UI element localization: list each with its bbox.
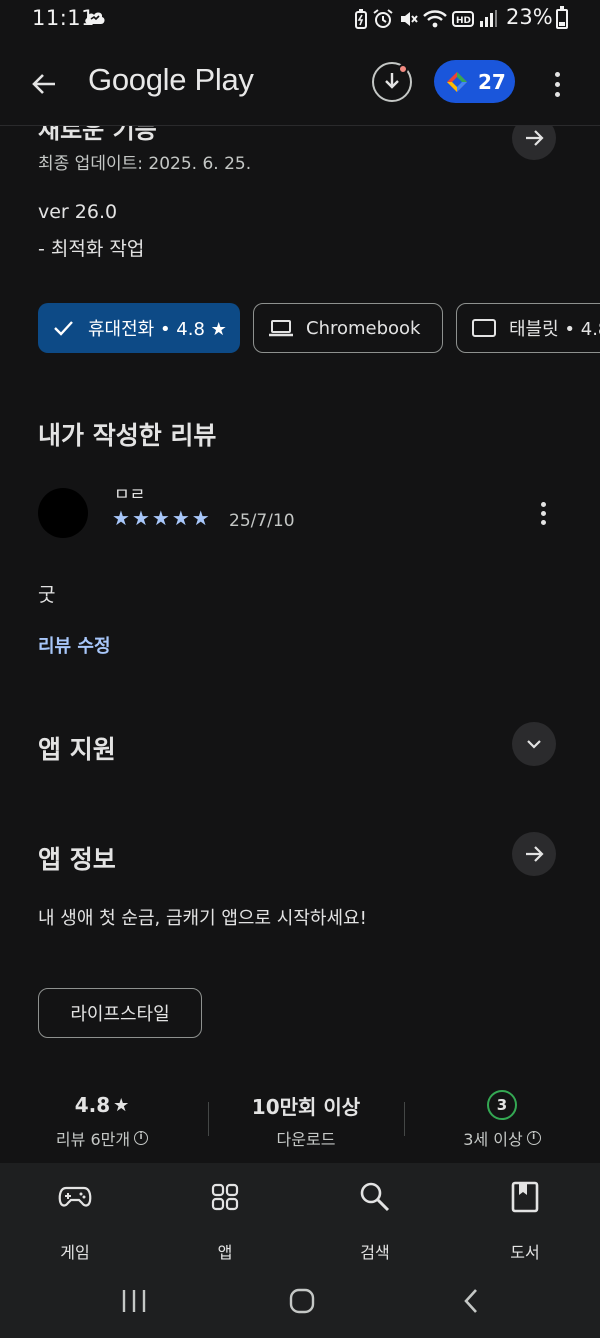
age-rating-stat: 3 3세 이상 i [422, 1090, 582, 1150]
play-points-count: 27 [478, 69, 506, 94]
battery-percent: 23% [506, 5, 553, 29]
device-chip-tablet[interactable]: 태블릿 • 4.8 [456, 303, 600, 353]
app-header: Google Play 27 [0, 40, 600, 126]
stat-divider [404, 1102, 405, 1136]
review-stars: ★ ★ ★ ★ ★ [112, 507, 210, 529]
star-icon: ★ [151, 506, 170, 530]
nav-label: 검색 [360, 1243, 390, 1262]
device-chip-phone[interactable]: 휴대전화 • 4.8 ★ [38, 303, 240, 353]
star-icon: ★ [131, 506, 150, 530]
nav-label: 게임 [60, 1243, 90, 1262]
back-button[interactable] [22, 62, 66, 106]
status-icons: HD [354, 8, 498, 30]
battery-saver-icon [355, 9, 367, 29]
stat-divider [208, 1102, 209, 1136]
arrow-right-icon [526, 130, 544, 146]
play-points-diamond-icon [447, 71, 467, 92]
nav-item-games[interactable]: 게임 [25, 1179, 125, 1263]
last-updated: 최종 업데이트: 2025. 6. 25. [38, 154, 252, 174]
download-icon [385, 73, 399, 89]
back-arrow-icon [32, 74, 55, 94]
cloud-notification-icon [85, 12, 105, 24]
info-icon[interactable]: i [134, 1131, 149, 1145]
app-description: 내 생애 첫 순금, 금캐기 앱으로 시작하세요! [38, 908, 367, 929]
star-icon: ★ [113, 1094, 130, 1116]
arrow-right-icon [526, 846, 544, 862]
battery-icon [556, 6, 568, 29]
svg-text:HD: HD [456, 16, 471, 26]
device-chip-label: Chromebook [306, 317, 421, 339]
nav-label: 도서 [510, 1243, 540, 1262]
review-date: 25/7/10 [229, 511, 295, 531]
mute-icon [401, 12, 418, 26]
age-rating-badge: 3 [487, 1090, 517, 1120]
version-note: - 최적화 작업 [38, 238, 145, 260]
device-chip-chromebook[interactable]: Chromebook [253, 303, 443, 353]
app-screen: 11:11 HD 23% 새로운 기능 최종 업데이트: 2025. 6. 25… [0, 0, 600, 1338]
book-icon [511, 1181, 539, 1213]
system-navigation-bar [0, 1263, 600, 1338]
nav-item-search[interactable]: 검색 [325, 1179, 425, 1263]
status-bar: 11:11 HD 23% [0, 0, 600, 40]
rating-stat: 4.8 ★ 리뷰 6만개 i [22, 1090, 182, 1150]
app-info-title: 앱 정보 [38, 845, 116, 874]
star-icon: ★ [171, 506, 190, 530]
app-info-arrow-button[interactable] [512, 832, 556, 876]
bottom-navigation: 게임 앱 검색 도서 [0, 1163, 600, 1263]
downloads-stat: 10만회 이상 다운로드 [226, 1090, 386, 1150]
more-options-button[interactable] [540, 64, 574, 104]
downloads-value: 10만회 이상 [251, 1094, 361, 1119]
tablet-icon [472, 319, 496, 337]
laptop-icon [269, 320, 293, 337]
nav-item-books[interactable]: 도서 [475, 1179, 575, 1263]
reviewer-name: ㅁㄹ [114, 485, 146, 505]
wifi-icon [423, 10, 447, 28]
version-text: ver 26.0 [38, 201, 118, 223]
star-icon: ★ [191, 506, 210, 530]
check-icon [54, 321, 73, 336]
avatar [38, 488, 88, 538]
page-title: Google Play [88, 62, 254, 97]
category-chip[interactable]: 라이프스타일 [38, 988, 202, 1038]
info-icon[interactable]: i [526, 1131, 541, 1145]
recent-apps-icon[interactable] [120, 1288, 148, 1314]
back-nav-icon[interactable] [460, 1287, 482, 1315]
search-icon [360, 1182, 390, 1212]
signal-icon [480, 10, 497, 27]
gamepad-icon [58, 1186, 92, 1207]
downloads-label: 다운로드 [276, 1130, 336, 1149]
review-text: 굿 [38, 584, 56, 606]
chevron-down-icon [527, 740, 541, 749]
hd-call-icon: HD [452, 11, 474, 27]
app-support-expand-button[interactable] [512, 722, 556, 766]
device-chip-label: 휴대전화 • 4.8 ★ [88, 319, 227, 340]
nav-item-apps[interactable]: 앱 [175, 1179, 275, 1263]
rating-value: 4.8 [74, 1093, 111, 1117]
device-chip-label: 태블릿 • 4.8 [509, 319, 600, 340]
play-points-button[interactable]: 27 [434, 60, 515, 103]
star-icon: ★ [112, 506, 130, 530]
nav-label: 앱 [217, 1243, 233, 1262]
review-more-button[interactable] [528, 496, 558, 530]
apps-grid-icon [211, 1183, 239, 1211]
app-support-title: 앱 지원 [38, 735, 116, 764]
home-icon[interactable] [288, 1287, 316, 1315]
notification-dot [398, 64, 408, 74]
alarm-icon [373, 9, 393, 28]
review-count: 리뷰 6만개 [55, 1130, 131, 1149]
age-rating-label: 3세 이상 [463, 1130, 523, 1149]
my-review-title: 내가 작성한 리뷰 [38, 421, 217, 450]
edit-review-link[interactable]: 리뷰 수정 [38, 632, 111, 658]
